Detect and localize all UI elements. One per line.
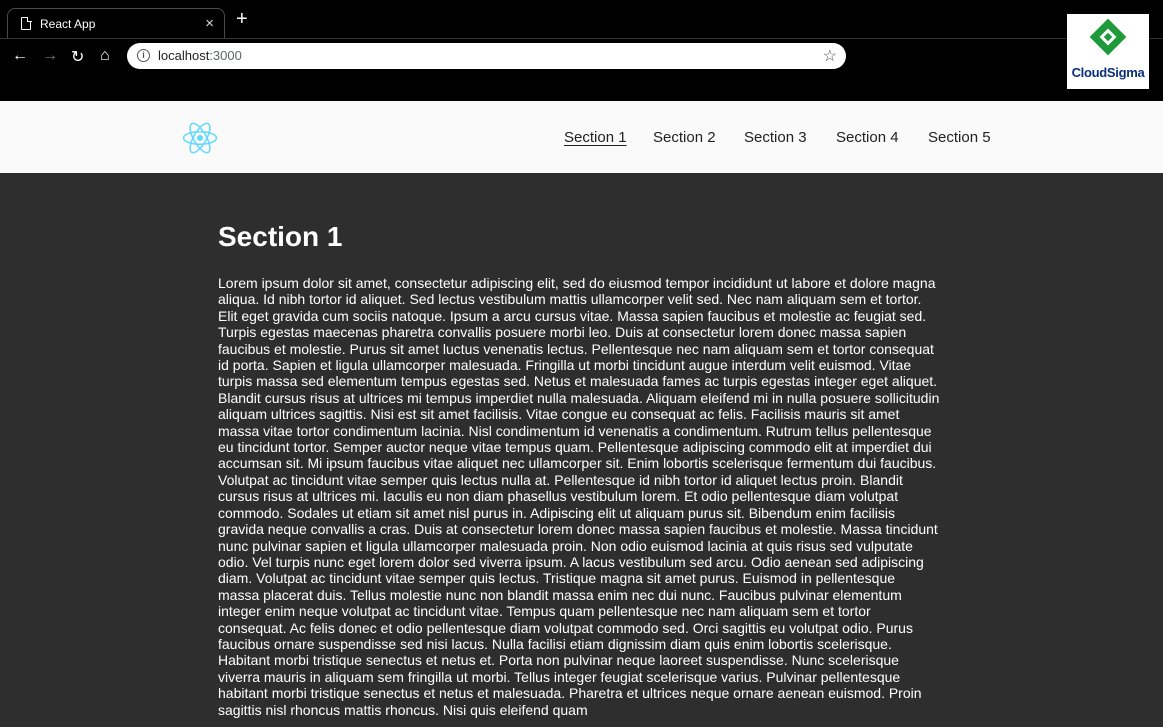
nav-link-section-5[interactable]: Section 5	[928, 129, 991, 146]
url-port: :3000	[209, 48, 242, 63]
nav-link-section-1[interactable]: Section 1	[564, 129, 627, 146]
nav-link-section-4[interactable]: Section 4	[836, 129, 899, 146]
nav-link-section-3[interactable]: Section 3	[744, 129, 807, 146]
site-header: Section 1 Section 2 Section 3 Section 4 …	[0, 101, 1163, 173]
cloudsigma-extension[interactable]: CloudSigma	[1067, 14, 1149, 89]
close-tab-icon[interactable]: ×	[205, 15, 214, 32]
browser-tab[interactable]: React App ×	[7, 8, 225, 39]
section-title: Section 1	[218, 221, 343, 252]
bookmark-star-icon[interactable]: ☆	[823, 46, 837, 66]
document-icon	[21, 16, 32, 30]
section-content: Section 1 Lorem ipsum dolor sit amet, co…	[0, 173, 1163, 727]
url-host: localhost	[158, 48, 210, 63]
url-text[interactable]: localhost:3000	[158, 48, 242, 63]
cloudsigma-logo-icon	[1089, 18, 1127, 56]
tab-title: React App	[40, 17, 96, 31]
browser-tab-bar: React App × +	[0, 0, 1163, 39]
browser-toolbar: ← → ↻ ⌂ i localhost:3000 ☆	[0, 38, 1163, 100]
home-icon[interactable]: ⌂	[100, 47, 110, 65]
reload-icon[interactable]: ↻	[71, 47, 84, 67]
nav-link-section-2[interactable]: Section 2	[653, 129, 716, 146]
address-bar[interactable]: i localhost:3000 ☆	[127, 43, 846, 69]
cloudsigma-brand: CloudSigma	[1071, 65, 1145, 80]
react-logo-icon[interactable]	[182, 120, 218, 156]
new-tab-button[interactable]: +	[236, 9, 248, 29]
info-icon[interactable]: i	[137, 49, 150, 62]
forward-arrow-icon[interactable]: →	[42, 47, 58, 65]
back-arrow-icon[interactable]: ←	[12, 47, 28, 65]
section-body-text: Lorem ipsum dolor sit amet, consectetur …	[218, 275, 940, 718]
